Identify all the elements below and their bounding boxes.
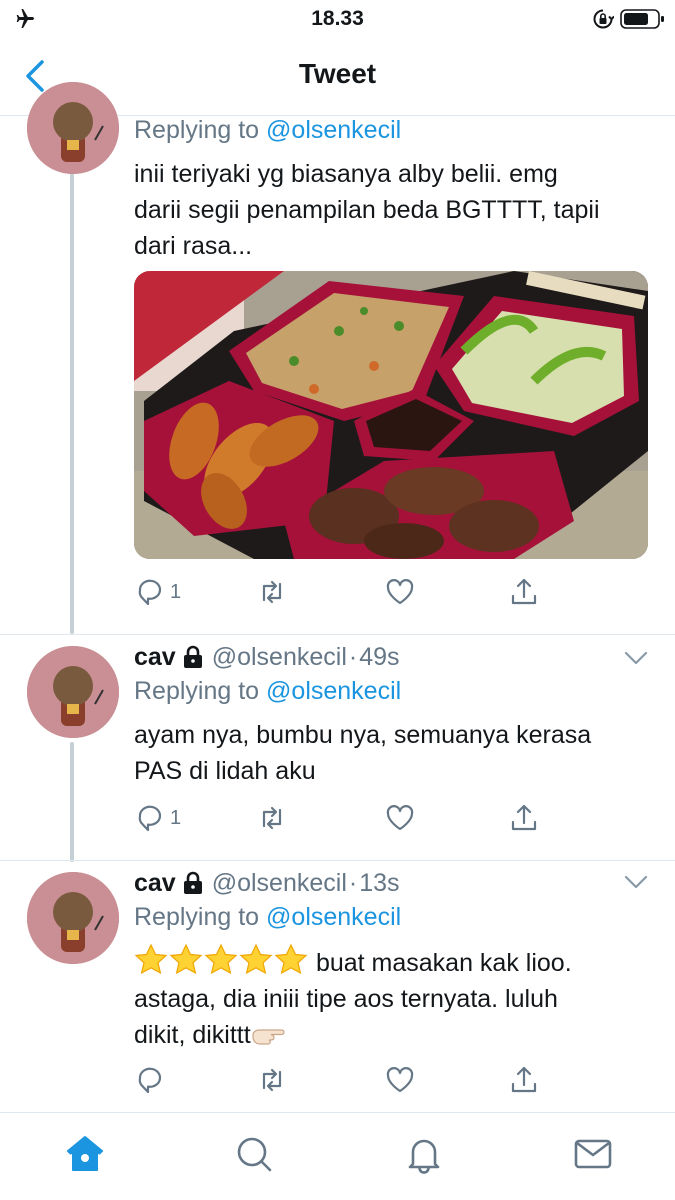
- handle[interactable]: @olsenkecil: [212, 869, 347, 898]
- search-icon: [237, 1137, 272, 1172]
- handle[interactable]: @olsenkecil: [212, 643, 347, 672]
- retweet-button[interactable]: [256, 574, 288, 610]
- tab-bar: [0, 1112, 675, 1200]
- reply-button[interactable]: 1: [134, 574, 181, 610]
- reply-icon: [138, 805, 162, 832]
- timestamp: 49s: [359, 642, 400, 671]
- divider: [0, 634, 675, 635]
- star-emoji-icon: [204, 943, 238, 975]
- share-icon: [511, 804, 537, 831]
- tweet-actions: [134, 1062, 554, 1098]
- reply-to-handle[interactable]: @olsenkecil: [266, 677, 401, 705]
- reply-to-handle[interactable]: @olsenkecil: [266, 116, 401, 144]
- retweet-icon: [262, 580, 282, 604]
- tweet-actions: 1: [134, 574, 554, 610]
- heart-icon: [386, 1067, 414, 1093]
- tab-messages[interactable]: [573, 1133, 613, 1175]
- tweet-text: inii teriyaki yg biasanya alby belii. em…: [134, 160, 600, 260]
- heart-icon: [386, 805, 414, 831]
- status-time: 18.33: [311, 7, 364, 30]
- thread-line: [70, 742, 74, 862]
- pointing-hand-emoji-icon: [252, 1029, 285, 1045]
- share-icon: [511, 578, 537, 605]
- tweet-actions: 1: [134, 800, 554, 836]
- reply-button[interactable]: [134, 1062, 166, 1098]
- status-bar: 18.33: [0, 0, 675, 38]
- star-emoji-icon: [169, 943, 203, 975]
- chevron-down-icon[interactable]: [622, 648, 650, 668]
- share-button[interactable]: [508, 574, 540, 610]
- display-name[interactable]: cav: [134, 869, 176, 898]
- replying-to: Replying to @olsenkecil: [134, 677, 402, 705]
- battery-icon: [620, 9, 664, 29]
- chevron-down-icon[interactable]: [622, 872, 650, 892]
- like-button[interactable]: [384, 800, 416, 836]
- share-button[interactable]: [508, 1062, 540, 1098]
- reply-to-handle[interactable]: @olsenkecil: [266, 903, 401, 931]
- lock-icon: [183, 871, 202, 894]
- tweet-text: buat masakan kak lioo. astaga, dia iniii…: [134, 943, 654, 1053]
- avatar[interactable]: [27, 82, 119, 174]
- star-rating: [134, 943, 309, 975]
- retweet-icon: [262, 806, 282, 830]
- star-emoji-icon: [134, 943, 168, 975]
- avatar[interactable]: [27, 872, 119, 964]
- divider: [0, 860, 675, 861]
- like-button[interactable]: [384, 1062, 416, 1098]
- thread-line: [70, 172, 74, 634]
- retweet-icon: [262, 1068, 282, 1092]
- page-title: Tweet: [298, 58, 377, 89]
- reply-icon: [138, 1067, 162, 1094]
- rotation-lock-icon: [593, 9, 614, 29]
- timestamp: 13s: [359, 868, 400, 897]
- tab-notifications[interactable]: [404, 1133, 444, 1175]
- retweet-button[interactable]: [256, 800, 288, 836]
- star-emoji-icon: [274, 943, 308, 975]
- tweet-photo-bento-box[interactable]: [134, 271, 648, 559]
- mail-icon: [574, 1139, 612, 1169]
- like-button[interactable]: [384, 574, 416, 610]
- replying-to: Replying to @olsenkecil: [134, 116, 402, 144]
- lock-icon: [183, 645, 202, 668]
- avatar[interactable]: [27, 646, 119, 738]
- tweet-header: cav @olsenkecil · 49s: [134, 642, 400, 672]
- bell-icon: [408, 1139, 440, 1174]
- replying-to: Replying to @olsenkecil: [134, 903, 402, 931]
- display-name[interactable]: cav: [134, 643, 176, 672]
- share-button[interactable]: [508, 800, 540, 836]
- heart-icon: [386, 579, 414, 605]
- tweet-header: cav @olsenkecil · 13s: [134, 868, 400, 898]
- tab-home[interactable]: [65, 1133, 105, 1175]
- reply-button[interactable]: 1: [134, 800, 181, 836]
- reply-icon: [138, 579, 162, 606]
- tab-search[interactable]: [234, 1133, 274, 1175]
- home-icon: [67, 1136, 103, 1171]
- share-icon: [511, 1066, 537, 1093]
- tweet-text: ayam nya, bumbu nya, semuanya kerasa PAS…: [134, 721, 592, 785]
- star-emoji-icon: [239, 943, 273, 975]
- retweet-button[interactable]: [256, 1062, 288, 1098]
